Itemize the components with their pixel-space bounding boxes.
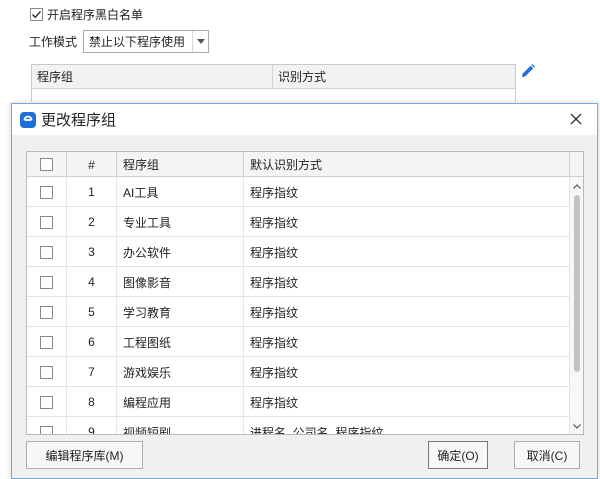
program-group-table: 程序组 识别方式 (31, 64, 516, 102)
row-method: 程序指纹 (250, 365, 299, 380)
table-row[interactable]: 9 视频短剧 进程名, 公司名, 程序指纹 (27, 417, 570, 435)
work-mode-row: 工作模式 禁止以下程序使用 (29, 29, 210, 53)
column-header-num: # (67, 152, 117, 177)
row-group-name: 图像影音 (117, 267, 244, 297)
blacklist-toggle-row[interactable]: 开启程序黑白名单 (30, 6, 143, 22)
row-method: 程序指纹 (250, 245, 299, 260)
work-mode-label: 工作模式 (29, 34, 78, 49)
row-group-name: 专业工具 (117, 207, 244, 237)
table-row[interactable]: 5 学习教育 程序指纹 (27, 297, 570, 327)
row-method: 程序指纹 (250, 395, 299, 410)
row-checkbox[interactable] (40, 245, 53, 259)
row-checkbox[interactable] (40, 305, 53, 319)
row-group-name: 视频短剧 (117, 417, 244, 434)
row-method: 进程名, 公司名, 程序指纹 (250, 425, 384, 435)
row-checkbox[interactable] (40, 425, 53, 434)
vertical-scrollbar[interactable] (569, 177, 583, 434)
row-group-name: 编程应用 (117, 387, 244, 417)
row-group-name: 工程图纸 (117, 327, 244, 357)
pencil-icon[interactable] (520, 63, 536, 79)
cancel-button[interactable]: 取消(C) (514, 441, 580, 469)
grid-rows: 1 AI工具 程序指纹 2 专业工具 程序指纹 3 办公软件 程序指纹 4 图像影音 程序指纹 5 学习教… (27, 177, 570, 435)
scroll-down-icon[interactable] (570, 419, 583, 433)
scrollbar-thumb[interactable] (574, 195, 580, 372)
column-header-group: 程序组 (32, 65, 273, 88)
app-logo-icon (20, 111, 36, 128)
edit-library-button[interactable]: 编辑程序库(M) (26, 441, 143, 469)
table-row[interactable]: 2 专业工具 程序指纹 (27, 207, 570, 237)
row-method: 程序指纹 (250, 215, 299, 230)
select-all-checkbox[interactable] (40, 158, 53, 171)
row-group-name: AI工具 (117, 177, 244, 207)
work-mode-select[interactable]: 禁止以下程序使用 (83, 29, 210, 53)
scroll-up-icon[interactable] (570, 179, 583, 193)
row-checkbox[interactable] (40, 185, 53, 199)
ok-button[interactable]: 确定(O) (428, 441, 488, 469)
table-row[interactable]: 4 图像影音 程序指纹 (27, 267, 570, 297)
row-number: 7 (67, 357, 117, 387)
row-number: 8 (67, 387, 117, 417)
row-group-name: 学习教育 (117, 297, 244, 327)
row-group-name: 办公软件 (117, 237, 244, 267)
row-method: 程序指纹 (250, 305, 299, 320)
row-checkbox-cell (27, 327, 67, 357)
column-header-method: 识别方式 (278, 70, 327, 84)
table-row[interactable]: 1 AI工具 程序指纹 (27, 177, 570, 207)
row-checkbox-cell (27, 297, 67, 327)
table-row[interactable]: 6 工程图纸 程序指纹 (27, 327, 570, 357)
grid-header-corner (569, 152, 583, 177)
dialog-titlebar[interactable]: 更改程序组 (12, 104, 597, 135)
row-number: 2 (67, 207, 117, 237)
row-number: 9 (67, 417, 117, 434)
row-checkbox-cell (27, 177, 67, 207)
row-checkbox[interactable] (40, 215, 53, 229)
chevron-down-icon[interactable] (192, 30, 208, 52)
blacklist-label: 开启程序黑白名单 (47, 7, 144, 22)
row-checkbox[interactable] (40, 395, 53, 409)
program-group-grid: # 程序组 默认识别方式 1 AI工具 程序指纹 2 专业工具 程序指纹 3 办公软件 程序指纹… (26, 151, 584, 435)
close-icon[interactable] (568, 111, 584, 127)
column-header-default-method: 默认识别方式 (250, 158, 323, 172)
row-group-name: 游戏娱乐 (117, 357, 244, 387)
row-checkbox[interactable] (40, 275, 53, 289)
program-group-table-header: 程序组 识别方式 (32, 65, 515, 89)
row-method: 程序指纹 (250, 335, 299, 350)
row-checkbox-cell (27, 207, 67, 237)
dialog-title: 更改程序组 (41, 112, 117, 129)
row-number: 1 (67, 177, 117, 207)
change-program-group-dialog: 更改程序组 # 程序组 默认识别方式 1 AI工具 程序指纹 2 专业工具 程序指纹 3 办公… (11, 103, 598, 479)
row-method: 程序指纹 (250, 185, 299, 200)
row-checkbox[interactable] (40, 335, 53, 349)
row-number: 6 (67, 327, 117, 357)
row-checkbox[interactable] (40, 365, 53, 379)
column-header-group: 程序组 (117, 152, 244, 177)
row-number: 4 (67, 267, 117, 297)
work-mode-value: 禁止以下程序使用 (89, 34, 186, 49)
row-checkbox-cell (27, 417, 67, 434)
row-number: 3 (67, 237, 117, 267)
blacklist-checkbox[interactable] (30, 7, 43, 21)
table-row[interactable]: 3 办公软件 程序指纹 (27, 237, 570, 267)
table-row[interactable]: 8 编程应用 程序指纹 (27, 387, 570, 417)
checkmark-icon (32, 10, 42, 18)
row-checkbox-cell (27, 237, 67, 267)
grid-header: # 程序组 默认识别方式 (27, 152, 570, 177)
row-checkbox-cell (27, 267, 67, 297)
row-checkbox-cell (27, 387, 67, 417)
select-all-cell (27, 152, 67, 177)
row-method: 程序指纹 (250, 275, 299, 290)
row-number: 5 (67, 297, 117, 327)
row-checkbox-cell (27, 357, 67, 387)
table-row[interactable]: 7 游戏娱乐 程序指纹 (27, 357, 570, 387)
